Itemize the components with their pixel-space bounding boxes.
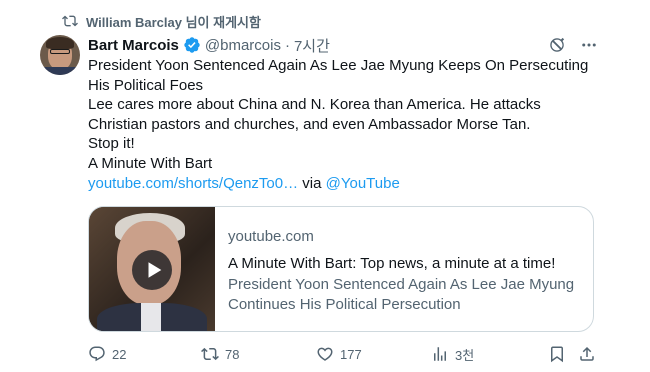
tweet-header: Bart Marcois @bmarcois · 7시간 (88, 34, 330, 56)
tweet-line: Christian pastors and churches, and even… (88, 115, 531, 133)
avatar[interactable] (40, 35, 80, 75)
like-count: 177 (340, 346, 362, 362)
share-button[interactable] (578, 344, 596, 364)
play-icon (148, 262, 161, 278)
tweet-text: President Yoon Sentenced Again As Lee Ja… (88, 56, 608, 193)
tweet-link-line: youtube.com/shorts/QenzTo0… via @YouTube (88, 174, 608, 194)
tweet-line: President Yoon Sentenced Again As Lee Ja… (88, 57, 589, 74)
reply-button[interactable]: 22 (88, 344, 126, 364)
heart-icon (317, 347, 333, 361)
via-text: via (302, 174, 322, 192)
repost-icon (62, 15, 78, 27)
play-button[interactable] (132, 250, 172, 290)
grok-icon[interactable] (548, 36, 566, 54)
repost-text: William Barclay 님이 재게시함 (86, 14, 261, 30)
tweet-line: Stop it! (88, 135, 135, 153)
tweet-actions: 22 78 177 3천 (88, 344, 598, 364)
video-thumbnail[interactable] (89, 207, 215, 331)
reply-count: 22 (112, 346, 127, 362)
card-title: A Minute With Bart: Top news, a minute a… (228, 255, 556, 272)
views-chart-icon (434, 347, 446, 361)
author-display-name[interactable]: Bart Marcois (88, 37, 179, 54)
bookmark-icon (551, 346, 563, 363)
separator-dot: · (284, 36, 290, 54)
card-text: youtube.com A Minute With Bart: Top news… (228, 227, 583, 315)
card-description-line: President Yoon Sentenced Again As Lee Ja… (228, 276, 575, 293)
repost-indicator[interactable]: William Barclay 님이 재게시함 (62, 11, 261, 31)
timestamp[interactable]: 7시간 (294, 35, 330, 56)
verified-badge-icon[interactable] (183, 36, 201, 54)
header-actions (548, 36, 598, 54)
views-count: 3천 (455, 347, 475, 363)
youtube-mention-link[interactable]: @YouTube (326, 175, 400, 192)
youtube-short-link[interactable]: youtube.com/shorts/QenzTo0… (88, 175, 298, 192)
share-icon (580, 346, 594, 361)
reply-icon (89, 346, 105, 362)
repost-count: 78 (225, 346, 240, 362)
repost-icon (201, 347, 219, 361)
like-button[interactable]: 177 (316, 344, 362, 364)
author-handle[interactable]: @bmarcois (205, 37, 281, 54)
repost-button[interactable]: 78 (201, 344, 239, 364)
tweet-line: His Political Foes (88, 76, 204, 94)
tweet-line: Lee cares more about China and N. Korea … (88, 96, 541, 114)
card-domain: youtube.com (228, 228, 314, 245)
bookmark-button[interactable] (548, 344, 566, 364)
more-options-icon[interactable] (580, 36, 598, 54)
link-preview-card[interactable]: youtube.com A Minute With Bart: Top news… (88, 206, 594, 332)
tweet-line: A Minute With Bart (88, 154, 213, 172)
card-description-line: Continues His Political Persecution (228, 296, 461, 313)
views-button[interactable]: 3천 (431, 344, 474, 364)
